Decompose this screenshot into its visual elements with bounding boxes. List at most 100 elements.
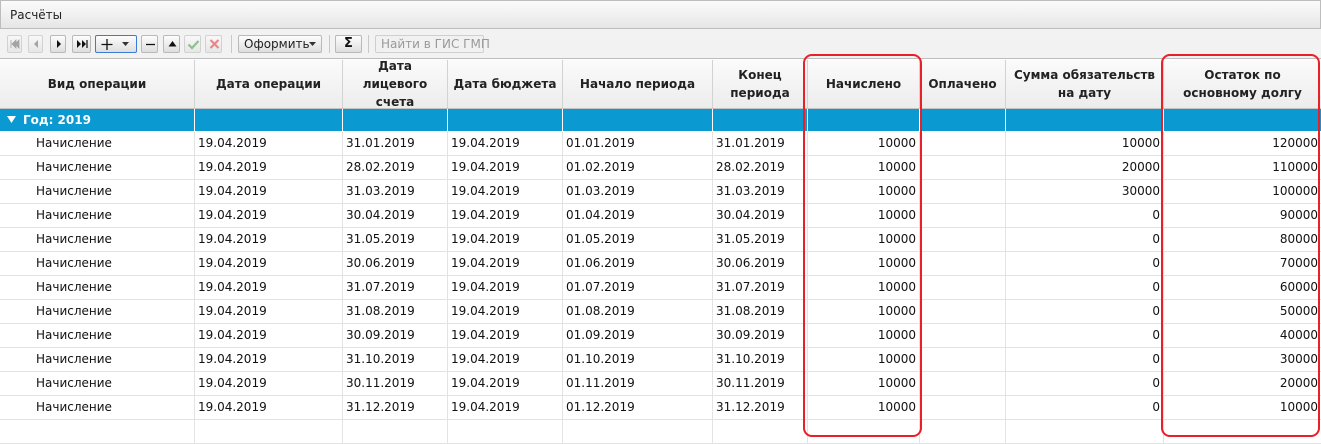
cell-period-start[interactable]: 01.09.2019 (563, 324, 713, 347)
cell-accrued[interactable]: 10000 (808, 372, 920, 395)
cell-period-start[interactable]: 01.04.2019 (563, 204, 713, 227)
cell-operation-type[interactable]: Начисление (0, 252, 195, 275)
cell-paid[interactable] (920, 372, 1006, 395)
cell-period-start[interactable]: 01.12.2019 (563, 396, 713, 419)
cell-period-end[interactable]: 30.09.2019 (713, 324, 808, 347)
cell-paid[interactable] (920, 156, 1006, 179)
cell-period-start[interactable]: 01.02.2019 (563, 156, 713, 179)
cell-accrued[interactable]: 10000 (808, 228, 920, 251)
find-in-gis-gmp-button[interactable]: Найти в ГИС ГМП (375, 35, 490, 53)
column-header-account-date[interactable]: Дата лицевого счета (343, 59, 448, 109)
cell-accrued[interactable]: 10000 (808, 300, 920, 323)
cell-period-end[interactable]: 30.04.2019 (713, 204, 808, 227)
cell-operation-type[interactable]: Начисление (0, 156, 195, 179)
cell-accrued[interactable]: 10000 (808, 348, 920, 371)
cell-obligations-sum[interactable]: 0 (1006, 324, 1164, 347)
cell-accrued[interactable]: 10000 (808, 204, 920, 227)
cell-principal-balance[interactable]: 50000 (1164, 300, 1321, 323)
cell-period-end[interactable]: 31.10.2019 (713, 348, 808, 371)
cell-paid[interactable] (920, 228, 1006, 251)
cell-account-date[interactable]: 31.03.2019 (343, 180, 448, 203)
cell-operation-date[interactable]: 19.04.2019 (195, 156, 343, 179)
cell-accrued[interactable]: 10000 (808, 396, 920, 419)
cell-obligations-sum[interactable]: 0 (1006, 396, 1164, 419)
cell-operation-date[interactable]: 19.04.2019 (195, 204, 343, 227)
cell-principal-balance[interactable]: 30000 (1164, 348, 1321, 371)
cell-operation-type[interactable]: Начисление (0, 276, 195, 299)
table-row[interactable]: Начисление 19.04.2019 31.08.2019 19.04.2019… (0, 300, 1321, 324)
cell-budget-date[interactable]: 19.04.2019 (448, 276, 563, 299)
oform-dropdown-button[interactable]: Оформить (238, 35, 322, 53)
column-header-obligations-sum[interactable]: Сумма обязательств на дату (1006, 60, 1164, 108)
cell-principal-balance[interactable]: 90000 (1164, 204, 1321, 227)
cell-account-date[interactable]: 30.09.2019 (343, 324, 448, 347)
cell-period-end[interactable]: 30.11.2019 (713, 372, 808, 395)
cell-paid[interactable] (920, 276, 1006, 299)
cell-operation-date[interactable]: 19.04.2019 (195, 252, 343, 275)
cell-operation-date[interactable]: 19.04.2019 (195, 396, 343, 419)
cell-operation-type[interactable]: Начисление (0, 372, 195, 395)
cell-period-start[interactable]: 01.06.2019 (563, 252, 713, 275)
cancel-button[interactable] (205, 35, 222, 53)
table-row[interactable]: Начисление 19.04.2019 30.11.2019 19.04.2019… (0, 372, 1321, 396)
cell-period-end[interactable]: 28.02.2019 (713, 156, 808, 179)
cell-obligations-sum[interactable]: 10000 (1006, 132, 1164, 155)
cell-operation-type[interactable]: Начисление (0, 300, 195, 323)
cell-obligations-sum[interactable]: 0 (1006, 276, 1164, 299)
cell-period-start[interactable]: 01.05.2019 (563, 228, 713, 251)
cell-paid[interactable] (920, 300, 1006, 323)
cell-principal-balance[interactable]: 40000 (1164, 324, 1321, 347)
cell-operation-date[interactable]: 19.04.2019 (195, 132, 343, 155)
table-row[interactable]: Начисление 19.04.2019 31.07.2019 19.04.2019… (0, 276, 1321, 300)
cell-principal-balance[interactable]: 10000 (1164, 396, 1321, 419)
column-header-period-start[interactable]: Начало периода (563, 60, 713, 108)
cell-operation-date[interactable]: 19.04.2019 (195, 372, 343, 395)
cell-period-start[interactable]: 01.08.2019 (563, 300, 713, 323)
cell-period-start[interactable]: 01.03.2019 (563, 180, 713, 203)
cell-principal-balance[interactable]: 110000 (1164, 156, 1321, 179)
cell-paid[interactable] (920, 132, 1006, 155)
remove-button[interactable] (141, 35, 158, 53)
previous-page-button[interactable] (28, 35, 43, 53)
cell-paid[interactable] (920, 204, 1006, 227)
cell-accrued[interactable]: 10000 (808, 276, 920, 299)
cell-period-end[interactable]: 31.08.2019 (713, 300, 808, 323)
cell-principal-balance[interactable]: 100000 (1164, 180, 1321, 203)
cell-budget-date[interactable]: 19.04.2019 (448, 372, 563, 395)
cell-accrued[interactable]: 10000 (808, 180, 920, 203)
cell-accrued[interactable]: 10000 (808, 252, 920, 275)
cell-operation-type[interactable]: Начисление (0, 132, 195, 155)
cell-account-date[interactable]: 31.05.2019 (343, 228, 448, 251)
cell-period-start[interactable]: 01.11.2019 (563, 372, 713, 395)
cell-obligations-sum[interactable]: 20000 (1006, 156, 1164, 179)
cell-operation-date[interactable]: 19.04.2019 (195, 180, 343, 203)
column-header-accrued[interactable]: Начислено (808, 60, 920, 108)
cell-obligations-sum[interactable]: 30000 (1006, 180, 1164, 203)
cell-operation-type[interactable]: Начисление (0, 204, 195, 227)
cell-obligations-sum[interactable]: 0 (1006, 372, 1164, 395)
cell-budget-date[interactable]: 19.04.2019 (448, 252, 563, 275)
cell-paid[interactable] (920, 396, 1006, 419)
cell-operation-date[interactable]: 19.04.2019 (195, 300, 343, 323)
cell-account-date[interactable]: 31.12.2019 (343, 396, 448, 419)
cell-budget-date[interactable]: 19.04.2019 (448, 396, 563, 419)
table-row[interactable]: Начисление 19.04.2019 31.05.2019 19.04.2019… (0, 228, 1321, 252)
cell-account-date[interactable]: 30.06.2019 (343, 252, 448, 275)
cell-operation-type[interactable]: Начисление (0, 180, 195, 203)
cell-principal-balance[interactable]: 20000 (1164, 372, 1321, 395)
table-row[interactable]: Начисление 19.04.2019 31.01.2019 19.04.2019… (0, 132, 1321, 156)
cell-principal-balance[interactable]: 120000 (1164, 132, 1321, 155)
cell-operation-date[interactable]: 19.04.2019 (195, 348, 343, 371)
cell-budget-date[interactable]: 19.04.2019 (448, 156, 563, 179)
table-row[interactable]: Начисление 19.04.2019 30.06.2019 19.04.2019… (0, 252, 1321, 276)
cell-budget-date[interactable]: 19.04.2019 (448, 228, 563, 251)
cell-budget-date[interactable]: 19.04.2019 (448, 348, 563, 371)
cell-account-date[interactable]: 31.08.2019 (343, 300, 448, 323)
sum-button[interactable]: Σ (335, 35, 362, 53)
cell-period-end[interactable]: 31.05.2019 (713, 228, 808, 251)
cell-paid[interactable] (920, 324, 1006, 347)
cell-account-date[interactable]: 30.04.2019 (343, 204, 448, 227)
column-header-operation-date[interactable]: Дата операции (195, 60, 343, 108)
table-row[interactable]: Начисление 19.04.2019 30.04.2019 19.04.2019… (0, 204, 1321, 228)
cell-period-end[interactable]: 31.01.2019 (713, 132, 808, 155)
